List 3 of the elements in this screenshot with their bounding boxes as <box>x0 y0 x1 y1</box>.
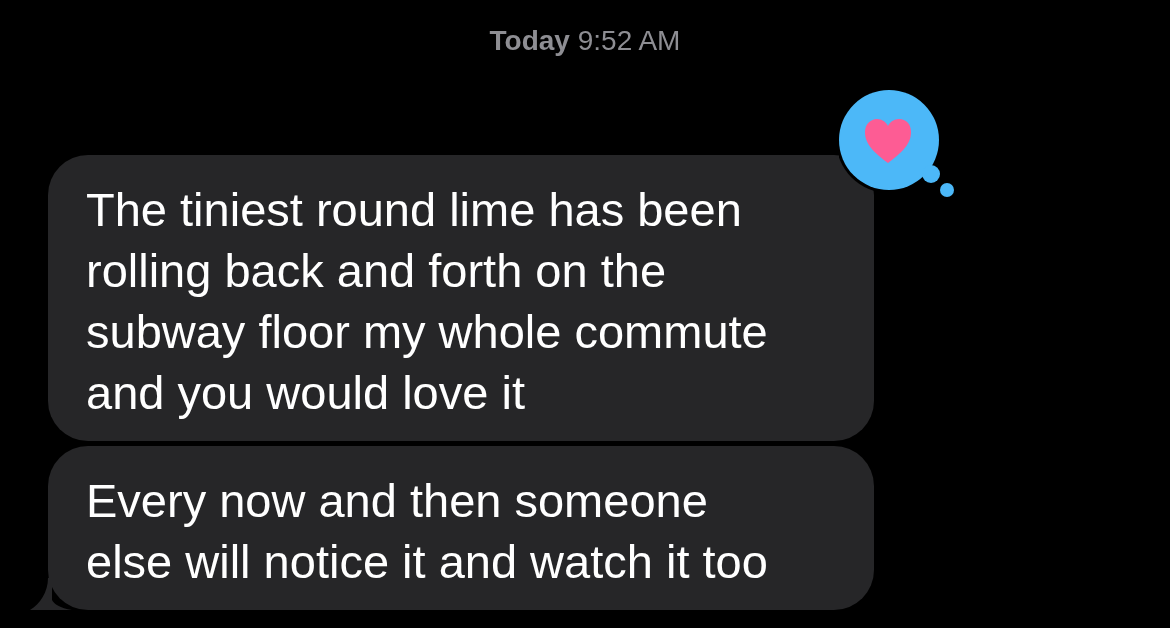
message-bubble: Every now and then someone else will notice it and watch it too <box>48 446 874 610</box>
timestamp: Today 9:52 AM <box>489 24 681 58</box>
message-bubble: The tiniest round lime has been rolling back and forth on the subway floor my whole commute and you would love it <box>48 155 874 441</box>
